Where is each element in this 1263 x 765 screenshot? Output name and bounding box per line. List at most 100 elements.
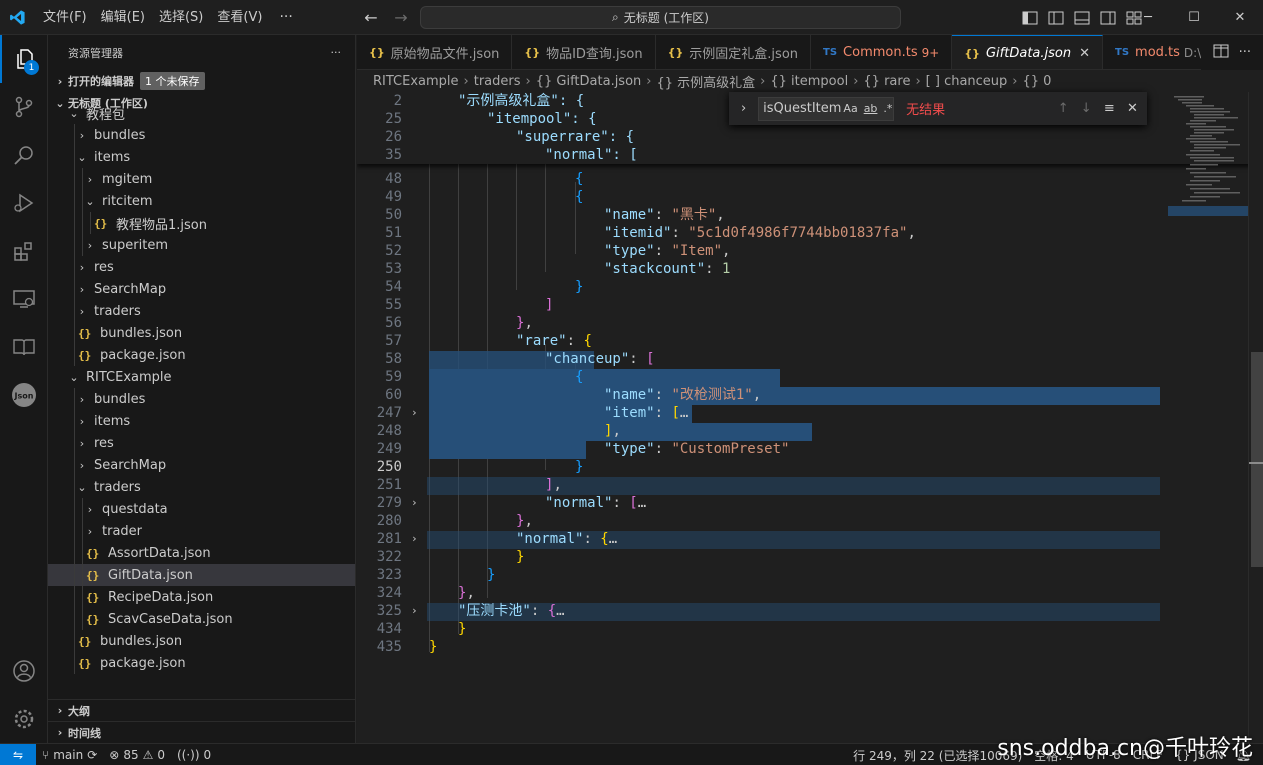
editor-tab[interactable]: {} GiftData.json ✕ bbox=[952, 35, 1103, 69]
problems-status[interactable]: ⊗ 85 ⚠ 0 bbox=[103, 748, 171, 762]
tree-item-folder[interactable]: › trader bbox=[48, 520, 355, 542]
fold-chevron-icon[interactable]: › bbox=[411, 602, 425, 620]
code-line[interactable]: 53 "stackcount": 1 bbox=[357, 260, 1160, 278]
code-line[interactable]: 52 "type": "Item", bbox=[357, 242, 1160, 260]
tree-item-file[interactable]: {} package.json bbox=[48, 652, 355, 674]
close-tab-icon[interactable]: ✕ bbox=[1079, 46, 1090, 61]
code-line[interactable]: 325 › "压测卡池": {… bbox=[357, 602, 1160, 620]
toggle-primary-sidebar-icon[interactable] bbox=[1020, 8, 1040, 28]
breadcrumb-item[interactable]: {} itempool bbox=[770, 74, 848, 89]
minimap[interactable] bbox=[1168, 92, 1248, 743]
code-line[interactable]: 60 "name": "改枪测试1", bbox=[357, 386, 1160, 404]
vertical-scrollbar[interactable] bbox=[1248, 92, 1263, 743]
code-line[interactable]: 50 "name": "黑卡", bbox=[357, 206, 1160, 224]
editor-tab[interactable]: {} 物品ID查询.json bbox=[512, 35, 656, 69]
accounts-icon[interactable] bbox=[0, 647, 48, 695]
editor-tab[interactable]: TS mod.ts D:\ bbox=[1103, 35, 1215, 69]
tree-item-folder[interactable]: › res bbox=[48, 432, 355, 454]
tree-item-folder[interactable]: ⌄ traders bbox=[48, 476, 355, 498]
ports-status[interactable]: ((·)) 0 bbox=[171, 748, 217, 762]
toggle-replace-chevron-icon[interactable]: › bbox=[735, 101, 752, 116]
tree-item-file[interactable]: {} ScavCaseData.json bbox=[48, 608, 355, 630]
next-match-icon[interactable]: ↓ bbox=[1078, 101, 1095, 116]
close-find-icon[interactable]: ✕ bbox=[1124, 101, 1141, 116]
menu-item[interactable]: 编辑(E) bbox=[94, 0, 152, 35]
tree-item-folder[interactable]: › questdata bbox=[48, 498, 355, 520]
code-line[interactable]: 279 › "normal": [… bbox=[357, 494, 1160, 512]
find-input[interactable]: isQuestItem Aa ab .* bbox=[758, 96, 895, 121]
tree-item-file[interactable]: {} bundles.json bbox=[48, 630, 355, 652]
scroll-thumb[interactable] bbox=[1251, 352, 1263, 567]
search-icon[interactable] bbox=[0, 131, 48, 179]
code-line[interactable]: 51 "itemid": "5c1d0f4986f7744bb01837fa", bbox=[357, 224, 1160, 242]
tree-item-folder[interactable]: ⌄ 教程包 bbox=[48, 102, 355, 124]
editor-tab[interactable]: {} 原始物品文件.json bbox=[357, 35, 513, 69]
editor-more-button[interactable]: ··· bbox=[1239, 45, 1251, 60]
tree-item-folder[interactable]: ⌄ items bbox=[48, 146, 355, 168]
tree-item-file[interactable]: {} AssortData.json bbox=[48, 542, 355, 564]
code-line[interactable]: 55] bbox=[357, 296, 1160, 314]
extensions-icon[interactable] bbox=[0, 227, 48, 275]
menu-more-button[interactable]: ··· bbox=[269, 9, 302, 25]
command-center[interactable]: ⌕ 无标题 (工作区) bbox=[420, 6, 901, 29]
code-line[interactable]: 435} bbox=[357, 638, 1160, 656]
code-line[interactable]: 247 › "item": [… bbox=[357, 404, 1160, 422]
code-line[interactable]: 280}, bbox=[357, 512, 1160, 530]
regex-toggle[interactable]: .* bbox=[881, 102, 894, 115]
code-line[interactable]: 249 "type": "CustomPreset" bbox=[357, 440, 1160, 458]
code-line[interactable]: 57 "rare": { bbox=[357, 332, 1160, 350]
tree-item-file[interactable]: {} package.json bbox=[48, 344, 355, 366]
code-line[interactable]: 54} bbox=[357, 278, 1160, 296]
book-icon[interactable] bbox=[0, 323, 48, 371]
breadcrumb-item[interactable]: {} rare bbox=[863, 74, 910, 89]
explorer-more-button[interactable]: ··· bbox=[331, 46, 342, 59]
tree-item-folder[interactable]: › res bbox=[48, 256, 355, 278]
code-line[interactable]: 281 › "normal": {… bbox=[357, 530, 1160, 548]
fold-chevron-icon[interactable]: › bbox=[411, 494, 425, 512]
menu-item[interactable]: 选择(S) bbox=[152, 0, 210, 35]
code-line[interactable]: 56}, bbox=[357, 314, 1160, 332]
fold-chevron-icon[interactable]: › bbox=[411, 530, 425, 548]
breadcrumb-item[interactable]: {} 0 bbox=[1023, 74, 1052, 89]
tree-item-folder[interactable]: › bundles bbox=[48, 124, 355, 146]
code-line[interactable]: 250} bbox=[357, 458, 1160, 476]
tree-item-file[interactable]: {} RecipeData.json bbox=[48, 586, 355, 608]
tree-item-folder[interactable]: › bundles bbox=[48, 388, 355, 410]
toggle-sidebar-outline-icon[interactable] bbox=[1046, 8, 1066, 28]
editor-tab[interactable]: {} 示例固定礼盒.json bbox=[656, 35, 812, 69]
tree-item-folder[interactable]: › items bbox=[48, 410, 355, 432]
breadcrumb-item[interactable]: RITCExample bbox=[373, 74, 459, 89]
code-line[interactable]: 58 "chanceup": [ bbox=[357, 350, 1160, 368]
code-line[interactable]: 323} bbox=[357, 566, 1160, 584]
json-extension-icon[interactable]: Json bbox=[0, 371, 48, 419]
breadcrumb-item[interactable]: {} GiftData.json bbox=[536, 74, 642, 89]
tree-item-folder[interactable]: › SearchMap bbox=[48, 454, 355, 476]
forward-arrow-icon[interactable]: → bbox=[390, 7, 412, 29]
menu-item[interactable]: 查看(V) bbox=[210, 0, 269, 35]
tree-item-folder[interactable]: › superitem bbox=[48, 234, 355, 256]
close-icon[interactable]: ✕ bbox=[1217, 0, 1263, 35]
minimize-icon[interactable]: ─ bbox=[1125, 0, 1171, 35]
breadcrumb-item[interactable]: [ ] chanceup bbox=[926, 74, 1008, 89]
toggle-secondary-sidebar-icon[interactable] bbox=[1098, 8, 1118, 28]
code-line[interactable]: 434} bbox=[357, 620, 1160, 638]
tree-item-folder[interactable]: ⌄ ritcitem bbox=[48, 190, 355, 212]
code-editor[interactable]: 48 {49 {50 "name": "黑卡", 51 "itemid": "5c1d0f… bbox=[357, 92, 1263, 743]
match-word-toggle[interactable]: ab bbox=[862, 102, 880, 115]
menu-item[interactable]: 文件(F) bbox=[36, 0, 94, 35]
code-line[interactable]: 248], bbox=[357, 422, 1160, 440]
code-line[interactable]: 49 { bbox=[357, 188, 1160, 206]
remote-indicator-icon[interactable]: ⇋ bbox=[0, 743, 36, 765]
match-case-toggle[interactable]: Aa bbox=[841, 102, 859, 115]
timeline-section[interactable]: › 时间线 bbox=[48, 721, 355, 743]
back-arrow-icon[interactable]: ← bbox=[360, 7, 382, 29]
tree-item-folder[interactable]: › mgitem bbox=[48, 168, 355, 190]
tree-item-file[interactable]: {} 教程物品1.json bbox=[48, 212, 355, 234]
fold-chevron-icon[interactable]: › bbox=[411, 404, 425, 422]
tree-item-file[interactable]: {} GiftData.json bbox=[48, 564, 355, 586]
run-and-debug-icon[interactable] bbox=[0, 179, 48, 227]
code-line[interactable]: 59 { bbox=[357, 368, 1160, 386]
remote-explorer-icon[interactable] bbox=[0, 275, 48, 323]
explorer-icon[interactable]: 1 bbox=[0, 35, 48, 83]
tree-item-folder[interactable]: ⌄ RITCExample bbox=[48, 366, 355, 388]
